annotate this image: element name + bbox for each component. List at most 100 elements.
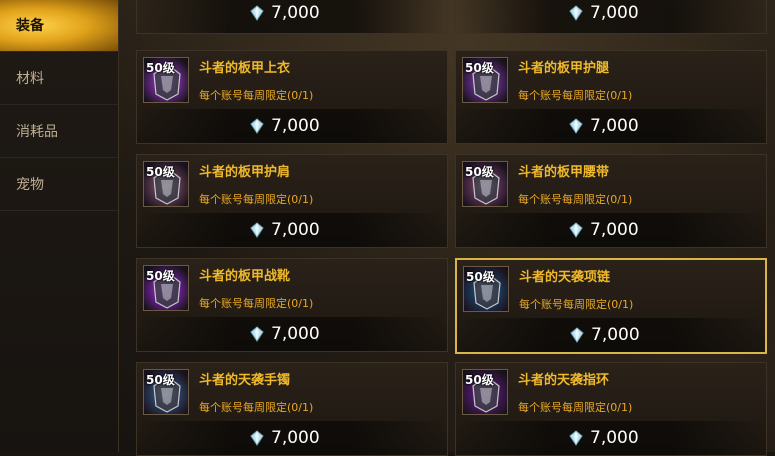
shop-item-card[interactable]: 50级 斗者的板甲战靴 每个账号每周限定(0/1) 7,000 [136, 258, 448, 352]
price-value: 7,000 [271, 428, 320, 448]
price: 7,000 [249, 427, 320, 449]
limit-text: 每个账号每周限定( [518, 89, 611, 102]
item-name: 斗者的板甲护肩 [199, 165, 291, 180]
limit-close: ) [628, 193, 633, 206]
price-value: 7,000 [590, 116, 639, 136]
limit-count: 0/1 [291, 401, 309, 414]
price-bar: 7,000 [137, 317, 447, 351]
crystal-gem-icon [569, 5, 583, 21]
price-bar: 7,000 [137, 421, 447, 455]
price-value: 7,000 [271, 220, 320, 240]
price: 7,000 [568, 115, 639, 137]
price: 7,000 [249, 115, 320, 137]
purchase-limit: 每个账号每周限定(0/1) [518, 87, 632, 103]
purchase-limit: 每个账号每周限定(0/1) [518, 191, 632, 207]
price: 7,000 [249, 219, 320, 241]
limit-text: 每个账号每周限定( [199, 193, 292, 206]
price-value: 7,000 [591, 325, 640, 345]
item-name: 斗者的板甲战靴 [199, 269, 291, 284]
item-icon: 50级 [463, 266, 509, 312]
price-value: 7,000 [271, 116, 320, 136]
level-badge: 50级 [146, 165, 175, 179]
limit-close: ) [309, 401, 314, 414]
price-value: 7,000 [271, 3, 320, 23]
shop-item-partial[interactable]: 7,000 [455, 0, 767, 34]
price-value: 7,000 [590, 428, 639, 448]
limit-close: ) [309, 193, 314, 206]
shop-item-card[interactable]: 50级 斗者的板甲护腿 每个账号每周限定(0/1) 7,000 [455, 50, 767, 144]
item-icon: 50级 [143, 161, 189, 207]
limit-count: 0/1 [291, 193, 309, 206]
purchase-limit: 每个账号每周限定(0/1) [199, 295, 313, 311]
price-value: 7,000 [271, 324, 320, 344]
item-name: 斗者的板甲上衣 [199, 61, 291, 76]
level-badge: 50级 [465, 61, 494, 75]
level-badge: 50级 [465, 165, 494, 179]
crystal-gem-icon [250, 326, 264, 342]
tab-materials[interactable]: 材料 [0, 53, 118, 105]
tab-pets[interactable]: 宠物 [0, 159, 118, 211]
price: 7,000 [568, 2, 639, 24]
item-name: 斗者的天袭项链 [519, 270, 611, 285]
shop-item-partial[interactable]: 7,000 [136, 0, 448, 34]
price-bar: 7,000 [457, 318, 765, 352]
limit-count: 0/1 [610, 89, 628, 102]
item-name: 斗者的板甲腰带 [518, 165, 610, 180]
purchase-limit: 每个账号每周限定(0/1) [199, 191, 313, 207]
tab-consumables[interactable]: 消耗品 [0, 106, 118, 158]
limit-close: ) [628, 401, 633, 414]
item-icon: 50级 [462, 369, 508, 415]
crystal-gem-icon [569, 430, 583, 446]
limit-text: 每个账号每周限定( [199, 297, 292, 310]
limit-count: 0/1 [610, 193, 628, 206]
price-bar: 7,000 [456, 213, 766, 247]
limit-close: ) [628, 89, 633, 102]
level-badge: 50级 [466, 270, 495, 284]
price-bar: 7,000 [137, 109, 447, 143]
purchase-limit: 每个账号每周限定(0/1) [199, 87, 313, 103]
crystal-gem-icon [570, 327, 584, 343]
crystal-gem-icon [250, 118, 264, 134]
price-value: 7,000 [590, 220, 639, 240]
limit-count: 0/1 [610, 401, 628, 414]
shop-item-card[interactable]: 50级 斗者的天袭手镯 每个账号每周限定(0/1) 7,000 [136, 362, 448, 456]
limit-text: 每个账号每周限定( [199, 401, 292, 414]
price-value: 7,000 [590, 3, 639, 23]
crystal-gem-icon [569, 118, 583, 134]
limit-count: 0/1 [291, 297, 309, 310]
purchase-limit: 每个账号每周限定(0/1) [518, 399, 632, 415]
crystal-gem-icon [250, 430, 264, 446]
item-icon: 50级 [143, 57, 189, 103]
level-badge: 50级 [465, 373, 494, 387]
crystal-gem-icon [250, 222, 264, 238]
item-icon: 50级 [143, 265, 189, 311]
purchase-limit: 每个账号每周限定(0/1) [199, 399, 313, 415]
limit-close: ) [629, 298, 634, 311]
item-name: 斗者的天袭指环 [518, 373, 610, 388]
shop-item-card[interactable]: 50级 斗者的板甲上衣 每个账号每周限定(0/1) 7,000 [136, 50, 448, 144]
level-badge: 50级 [146, 61, 175, 75]
price-bar: 7,000 [456, 421, 766, 455]
price: 7,000 [568, 219, 639, 241]
price-bar: 7,000 [456, 109, 766, 143]
crystal-gem-icon [569, 222, 583, 238]
limit-text: 每个账号每周限定( [199, 89, 292, 102]
limit-text: 每个账号每周限定( [519, 298, 612, 311]
crystal-gem-icon [250, 5, 264, 21]
limit-text: 每个账号每周限定( [518, 401, 611, 414]
purchase-limit: 每个账号每周限定(0/1) [519, 296, 633, 312]
shop-item-card[interactable]: 50级 斗者的天袭项链 每个账号每周限定(0/1) 7,000 [455, 258, 767, 354]
limit-close: ) [309, 297, 314, 310]
item-icon: 50级 [462, 57, 508, 103]
tab-equipment[interactable]: 装备 [0, 0, 118, 52]
item-icon: 50级 [462, 161, 508, 207]
shop-item-card[interactable]: 50级 斗者的天袭指环 每个账号每周限定(0/1) 7,000 [455, 362, 767, 456]
limit-text: 每个账号每周限定( [518, 193, 611, 206]
price: 7,000 [249, 2, 320, 24]
shop-item-card[interactable]: 50级 斗者的板甲护肩 每个账号每周限定(0/1) 7,000 [136, 154, 448, 248]
price: 7,000 [249, 323, 320, 345]
price: 7,000 [568, 427, 639, 449]
level-badge: 50级 [146, 373, 175, 387]
price: 7,000 [569, 324, 640, 346]
shop-item-card[interactable]: 50级 斗者的板甲腰带 每个账号每周限定(0/1) 7,000 [455, 154, 767, 248]
